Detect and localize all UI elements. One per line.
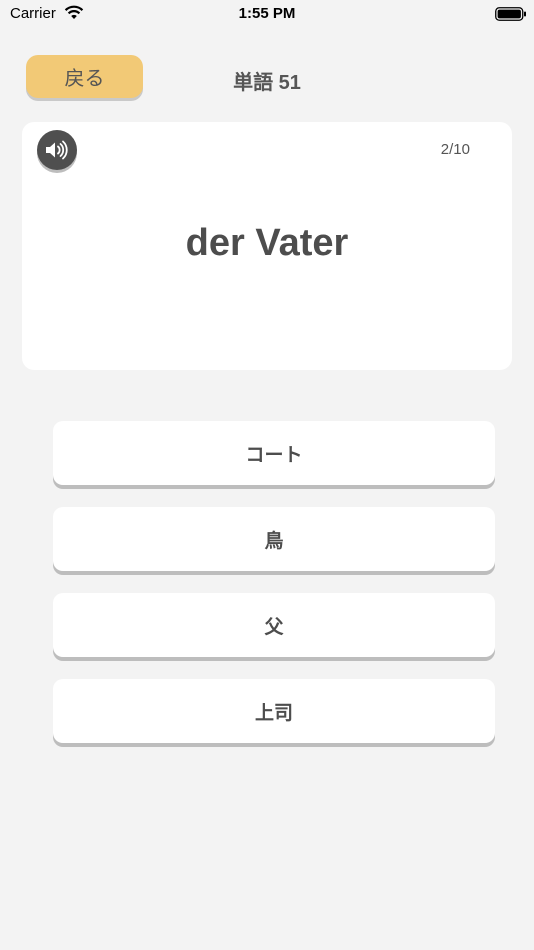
speaker-icon — [46, 140, 68, 160]
question-counter: 2/10 — [440, 141, 470, 158]
answer-option[interactable]: 上司 — [53, 679, 495, 743]
word-card: 2/10 der Vater — [22, 122, 512, 370]
answer-option[interactable]: 鳥 — [53, 507, 495, 571]
screen: Carrier 1:55 PM 戻る 単語 51 2/10 der Vater … — [0, 0, 534, 950]
battery-icon — [495, 7, 526, 21]
answer-options: コート 鳥 父 上司 — [53, 421, 495, 765]
answer-option[interactable]: コート — [53, 421, 495, 485]
back-button[interactable]: 戻る — [26, 55, 143, 98]
status-bar: Carrier 1:55 PM — [0, 0, 534, 28]
status-time: 1:55 PM — [238, 5, 296, 22]
page-title: 単語 51 — [233, 72, 301, 94]
vocabulary-word: der Vater — [185, 222, 349, 264]
answer-option[interactable]: 父 — [53, 593, 495, 657]
speaker-button[interactable] — [37, 130, 77, 170]
